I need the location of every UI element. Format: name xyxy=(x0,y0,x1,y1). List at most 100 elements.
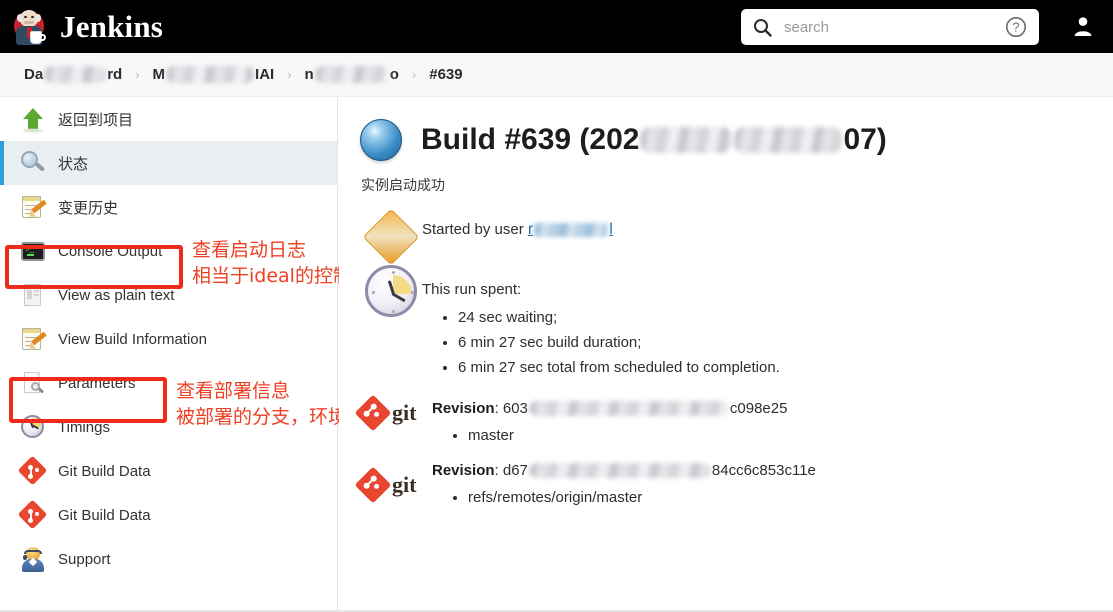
revision-line: Revision: d67 84cc6c853c11e xyxy=(432,462,816,479)
list-item: 24 sec waiting; xyxy=(458,309,1113,326)
search-box[interactable]: ? xyxy=(741,9,1039,45)
git-icon xyxy=(354,394,392,432)
started-by-user-link[interactable]: rl xyxy=(528,221,613,238)
git-logo-text: git xyxy=(392,472,417,497)
user-suffix: l xyxy=(609,221,613,238)
list-item: 6 min 27 sec build duration; xyxy=(458,334,1113,351)
sidebar-item-label: View as plain text xyxy=(58,286,175,304)
help-circle-icon[interactable]: ? xyxy=(1005,16,1027,38)
sidebar-item-view-build-information[interactable]: View Build Information xyxy=(0,317,337,361)
breadcrumb-separator-icon: › xyxy=(411,67,417,82)
clock-icon xyxy=(360,263,422,317)
document-magnifier-icon xyxy=(18,368,48,398)
sidebar-item-change-history[interactable]: 变更历史 xyxy=(0,185,337,229)
sidebar-item-git-build-data-2[interactable]: Git Build Data xyxy=(0,493,337,537)
notepad-pencil-icon xyxy=(18,324,48,354)
redacted-text xyxy=(534,222,609,237)
sidebar-item-label: Parameters xyxy=(58,374,136,392)
sidebar-item-view-as-plain-text[interactable]: View as plain text xyxy=(0,273,337,317)
list-item: refs/remotes/origin/master xyxy=(468,489,1113,506)
revision-row-2: git Revision: d6784cc6c853c11e refs/remo… xyxy=(354,460,1113,506)
sidebar-item-label: 返回到项目 xyxy=(58,111,134,129)
list-item: master xyxy=(468,427,1113,444)
plain-page-icon xyxy=(18,280,48,310)
user-account-icon[interactable] xyxy=(1071,14,1095,38)
build-description: 实例启动成功 xyxy=(361,177,445,193)
sidebar-item-back-to-project[interactable]: 返回到项目 xyxy=(0,97,337,141)
breadcrumb-separator-icon: › xyxy=(135,67,140,82)
user-prefix: r xyxy=(527,221,534,238)
started-by-label: Started by user xyxy=(422,221,528,238)
sidebar-item-console-output[interactable]: >_ Console Output xyxy=(0,229,337,273)
run-spent-heading: This run spent: xyxy=(422,281,522,298)
redacted-text xyxy=(166,66,255,83)
git-icon xyxy=(17,455,48,486)
breadcrumb-prefix: n xyxy=(304,66,314,83)
redacted-text xyxy=(314,66,389,83)
redacted-text xyxy=(528,401,729,416)
blue-ball-status-icon xyxy=(360,119,402,161)
breadcrumb-prefix: M xyxy=(152,66,166,83)
started-by-row: Started by user rl xyxy=(360,208,1113,266)
sidebar-item-label: Git Build Data xyxy=(58,506,151,524)
breadcrumb-separator-icon: › xyxy=(287,67,292,82)
revision-row-1: git Revision: 603c098e25 master xyxy=(354,394,1113,444)
jenkins-butler-icon xyxy=(12,8,48,46)
run-spent-list: 24 sec waiting; 6 min 27 sec build durat… xyxy=(422,309,1113,376)
git-logo: git xyxy=(354,460,432,504)
revision-refs-list: master xyxy=(432,427,1113,444)
sidebar-item-label: Support xyxy=(58,550,111,568)
redacted-text xyxy=(640,127,733,153)
page-title: Build #639 (202 07) xyxy=(421,123,887,157)
revision-refs-list: refs/remotes/origin/master xyxy=(432,489,1113,506)
build-header: Build #639 (202 07) xyxy=(360,119,1113,161)
breadcrumb-suffix: o xyxy=(389,66,399,83)
breadcrumb-suffix: rd xyxy=(107,66,123,83)
search-input[interactable] xyxy=(782,17,1005,37)
sidebar-item-label: 变更历史 xyxy=(58,199,119,217)
breadcrumb-prefix: Da xyxy=(24,66,44,83)
revision-label: Revision xyxy=(432,462,495,479)
magnifier-icon xyxy=(18,148,48,178)
revision-sha-prefix: d67 xyxy=(502,462,528,479)
user-diamond-icon xyxy=(360,208,422,266)
breadcrumb-suffix: IAI xyxy=(255,66,275,83)
sidebar-item-support[interactable]: Support xyxy=(0,537,337,581)
sidebar-item-git-build-data-1[interactable]: Git Build Data xyxy=(0,449,337,493)
terminal-icon: >_ xyxy=(18,236,48,266)
revision-sha-prefix: 603 xyxy=(502,400,528,417)
sidebar-item-status[interactable]: 状态 xyxy=(0,141,337,185)
build-title-prefix: Build #639 (202 xyxy=(421,123,640,156)
breadcrumb-item-folder[interactable]: M IAI xyxy=(152,66,275,83)
breadcrumb-item-job[interactable]: n o xyxy=(305,66,399,83)
git-logo: git xyxy=(354,394,432,432)
git-logo-text: git xyxy=(392,400,417,425)
search-icon xyxy=(753,18,772,37)
sidebar-item-parameters[interactable]: Parameters xyxy=(0,361,337,405)
redacted-text xyxy=(44,66,107,83)
up-arrow-icon xyxy=(18,104,48,134)
main-content: Build #639 (202 07) 实例启动成功 Started by us… xyxy=(339,97,1113,612)
clock-icon xyxy=(18,412,48,442)
revision-sha-suffix: 84cc6c853c11e xyxy=(711,462,816,479)
sidebar-item-label: 状态 xyxy=(58,155,89,173)
sidebar-item-timings[interactable]: Timings xyxy=(0,405,337,449)
top-navigation-bar: Jenkins ? xyxy=(0,0,1113,53)
sidebar-item-label: View Build Information xyxy=(58,330,207,348)
brand-title: Jenkins xyxy=(60,8,164,44)
list-item: 6 min 27 sec total from scheduled to com… xyxy=(458,359,1113,376)
git-icon xyxy=(354,466,392,504)
breadcrumb-item-build[interactable]: #639 xyxy=(429,66,462,83)
redacted-text xyxy=(528,463,711,478)
build-title-suffix: 07) xyxy=(843,123,887,156)
breadcrumb-item-dashboard[interactable]: Da rd xyxy=(24,66,122,83)
sidebar-item-label: Timings xyxy=(58,418,110,436)
breadcrumb: Da rd › M IAI › n o › #639 xyxy=(0,53,1113,97)
sidebar-item-label: Git Build Data xyxy=(58,462,151,480)
revision-line: Revision: 603 c098e25 xyxy=(432,400,788,417)
sidebar-item-label: Console Output xyxy=(58,242,163,260)
jenkins-brand-link[interactable]: Jenkins xyxy=(12,8,163,46)
run-timing-row: This run spent: 24 sec waiting; 6 min 27… xyxy=(360,263,1113,384)
revision-sha-suffix: c098e25 xyxy=(729,400,788,417)
revision-label: Revision xyxy=(432,400,495,417)
